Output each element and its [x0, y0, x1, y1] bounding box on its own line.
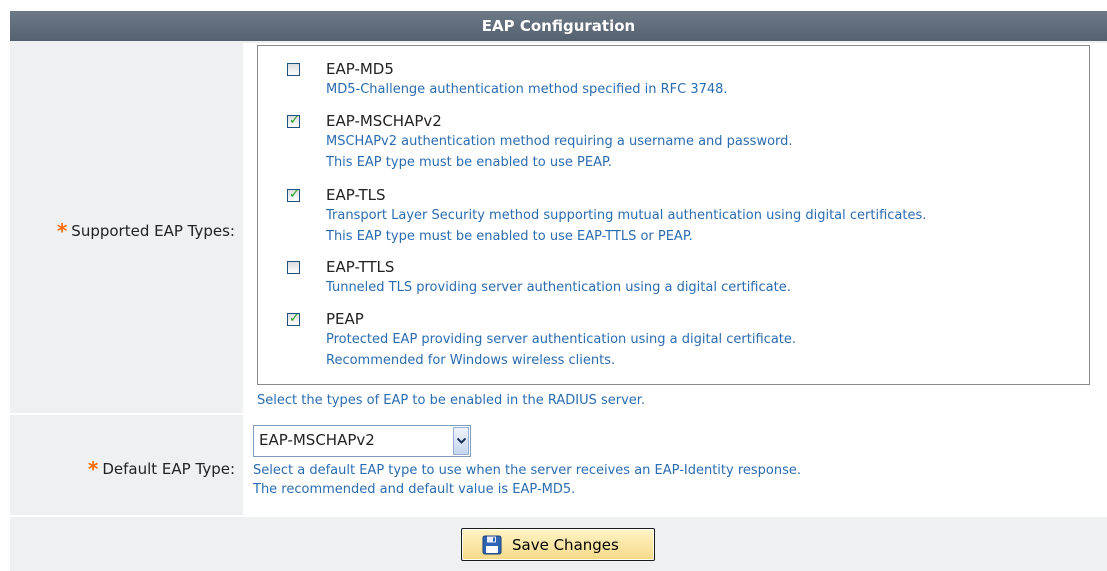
supported-eap-types-label-cell: * Supported EAP Types: — [10, 43, 243, 413]
eap-type-name: EAP-MD5 — [326, 60, 394, 78]
eap-types-list: EAP-MD5 MD5-Challenge authentication met… — [257, 45, 1090, 385]
checkmark-icon: ✓ — [289, 113, 300, 128]
dropdown-button[interactable] — [453, 427, 469, 455]
default-eap-type-help-line: Select a default EAP type to use when th… — [253, 463, 802, 478]
default-eap-type-help-line: The recommended and default value is EAP… — [253, 482, 576, 497]
default-eap-type-selected-value: EAP-MSCHAPv2 — [259, 431, 375, 449]
eap-type-description: MD5-Challenge authentication method spec… — [326, 82, 728, 97]
eap-type-name: EAP-TLS — [326, 186, 386, 204]
eap-ttls-checkbox[interactable] — [287, 261, 300, 274]
floppy-disk-icon — [482, 535, 502, 555]
default-eap-type-label-cell: * Default EAP Type: — [10, 415, 243, 515]
eap-type-name: EAP-TTLS — [326, 258, 395, 276]
eap-type-name: PEAP — [326, 310, 364, 328]
required-marker: * — [56, 219, 68, 243]
eap-type-name: EAP-MSCHAPv2 — [326, 112, 442, 130]
eap-type-description: MSCHAPv2 authentication method requiring… — [326, 134, 793, 149]
chevron-down-icon — [457, 438, 466, 444]
default-eap-type-select[interactable]: EAP-MSCHAPv2 — [253, 425, 471, 457]
eap-type-description: Recommended for Windows wireless clients… — [326, 353, 616, 368]
eap-type-description: This EAP type must be enabled to use EAP… — [326, 229, 693, 244]
eap-type-description: This EAP type must be enabled to use PEA… — [326, 155, 612, 170]
required-marker: * — [87, 457, 99, 481]
default-eap-type-label: Default EAP Type: — [102, 460, 235, 478]
eap-tls-checkbox[interactable]: ✓ — [287, 187, 300, 202]
save-changes-button[interactable]: Save Changes — [461, 528, 655, 561]
eap-md5-checkbox[interactable] — [287, 63, 300, 76]
eap-type-description: Transport Layer Security method supporti… — [326, 208, 927, 223]
supported-eap-types-help: Select the types of EAP to be enabled in… — [257, 393, 646, 408]
supported-eap-types-label: Supported EAP Types: — [71, 222, 235, 240]
eap-configuration-panel: EAP Configuration * Supported EAP Types: … — [0, 0, 1107, 571]
panel-title: EAP Configuration — [10, 11, 1107, 43]
checkmark-icon: ✓ — [289, 187, 300, 202]
eap-mschapv2-checkbox[interactable]: ✓ — [287, 113, 300, 128]
eap-type-description: Protected EAP providing server authentic… — [326, 332, 797, 347]
eap-type-description: Tunneled TLS providing server authentica… — [326, 280, 791, 295]
checkmark-icon: ✓ — [289, 311, 300, 326]
peap-checkbox[interactable]: ✓ — [287, 311, 300, 326]
save-changes-label: Save Changes — [512, 536, 619, 554]
